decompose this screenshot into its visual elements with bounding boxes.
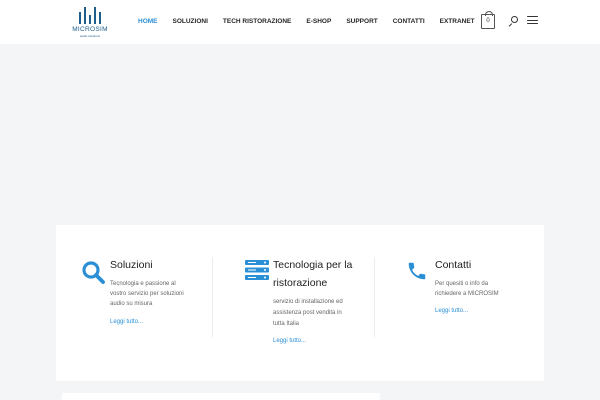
search-icon bbox=[82, 261, 105, 284]
feature-divider bbox=[212, 257, 213, 337]
nav-support[interactable]: SUPPORT bbox=[346, 15, 377, 29]
site-header: MICROSIM audio solutions HOME SOLUZIONI … bbox=[0, 0, 600, 44]
feature-divider bbox=[374, 257, 375, 337]
logo-mark-icon bbox=[79, 6, 101, 24]
feature-card-extension bbox=[219, 352, 382, 381]
nav-extranet[interactable]: EXTRANET bbox=[440, 15, 475, 29]
feature-text-line: richiedere a MICROSIM bbox=[435, 291, 499, 297]
read-more-link[interactable]: Leggi tutto... bbox=[110, 319, 143, 325]
feature-contatti: Contatti Per quesiti o info da richieder… bbox=[382, 225, 544, 381]
feature-title-line: Tecnologia per la bbox=[273, 259, 353, 271]
feature-text-line: assistenza post vendita in bbox=[273, 310, 342, 316]
main-navigation: HOME SOLUZIONI TECH RISTORAZIONE E-SHOP … bbox=[138, 15, 490, 29]
nav-soluzioni[interactable]: SOLUZIONI bbox=[173, 15, 208, 29]
feature-text-line: vostro servizio per soluzioni bbox=[110, 291, 184, 297]
read-more-link[interactable]: Leggi tutto... bbox=[273, 338, 306, 344]
feature-title: Contatti bbox=[435, 259, 472, 271]
feature-text-line: audio su misura bbox=[110, 301, 153, 307]
microsim-logo[interactable]: MICROSIM audio solutions bbox=[70, 4, 110, 40]
nav-contatti[interactable]: CONTATTI bbox=[393, 15, 425, 29]
logo-text: MICROSIM bbox=[72, 26, 108, 33]
feature-text-line: tutta Italia bbox=[273, 321, 300, 327]
nav-tech-ristorazione[interactable]: TECH RISTORAZIONE bbox=[223, 15, 292, 29]
server-icon bbox=[245, 260, 269, 280]
phone-icon bbox=[408, 262, 426, 280]
nav-e-shop[interactable]: E-SHOP bbox=[306, 15, 331, 29]
feature-text-line: servizio di installazione ed bbox=[273, 299, 343, 305]
menu-waves-icon[interactable] bbox=[527, 15, 538, 25]
feature-title-line: ristorazione bbox=[273, 277, 328, 289]
feature-soluzioni: Soluzioni Tecnologia e passione al vostr… bbox=[56, 225, 212, 381]
search-icon[interactable] bbox=[508, 16, 518, 28]
cart-count: 0 bbox=[486, 18, 490, 24]
feature-text-line: Tecnologia e passione al bbox=[110, 281, 176, 287]
nav-home[interactable]: HOME bbox=[138, 15, 158, 29]
feature-title: Soluzioni bbox=[110, 259, 153, 271]
shopping-bag-icon[interactable]: 0 bbox=[481, 11, 495, 29]
read-more-link[interactable]: Leggi tutto... bbox=[435, 308, 468, 314]
bottom-card bbox=[62, 393, 380, 400]
logo-subtext: audio solutions bbox=[79, 34, 100, 38]
feature-text-line: Per quesiti o info da bbox=[435, 281, 489, 287]
